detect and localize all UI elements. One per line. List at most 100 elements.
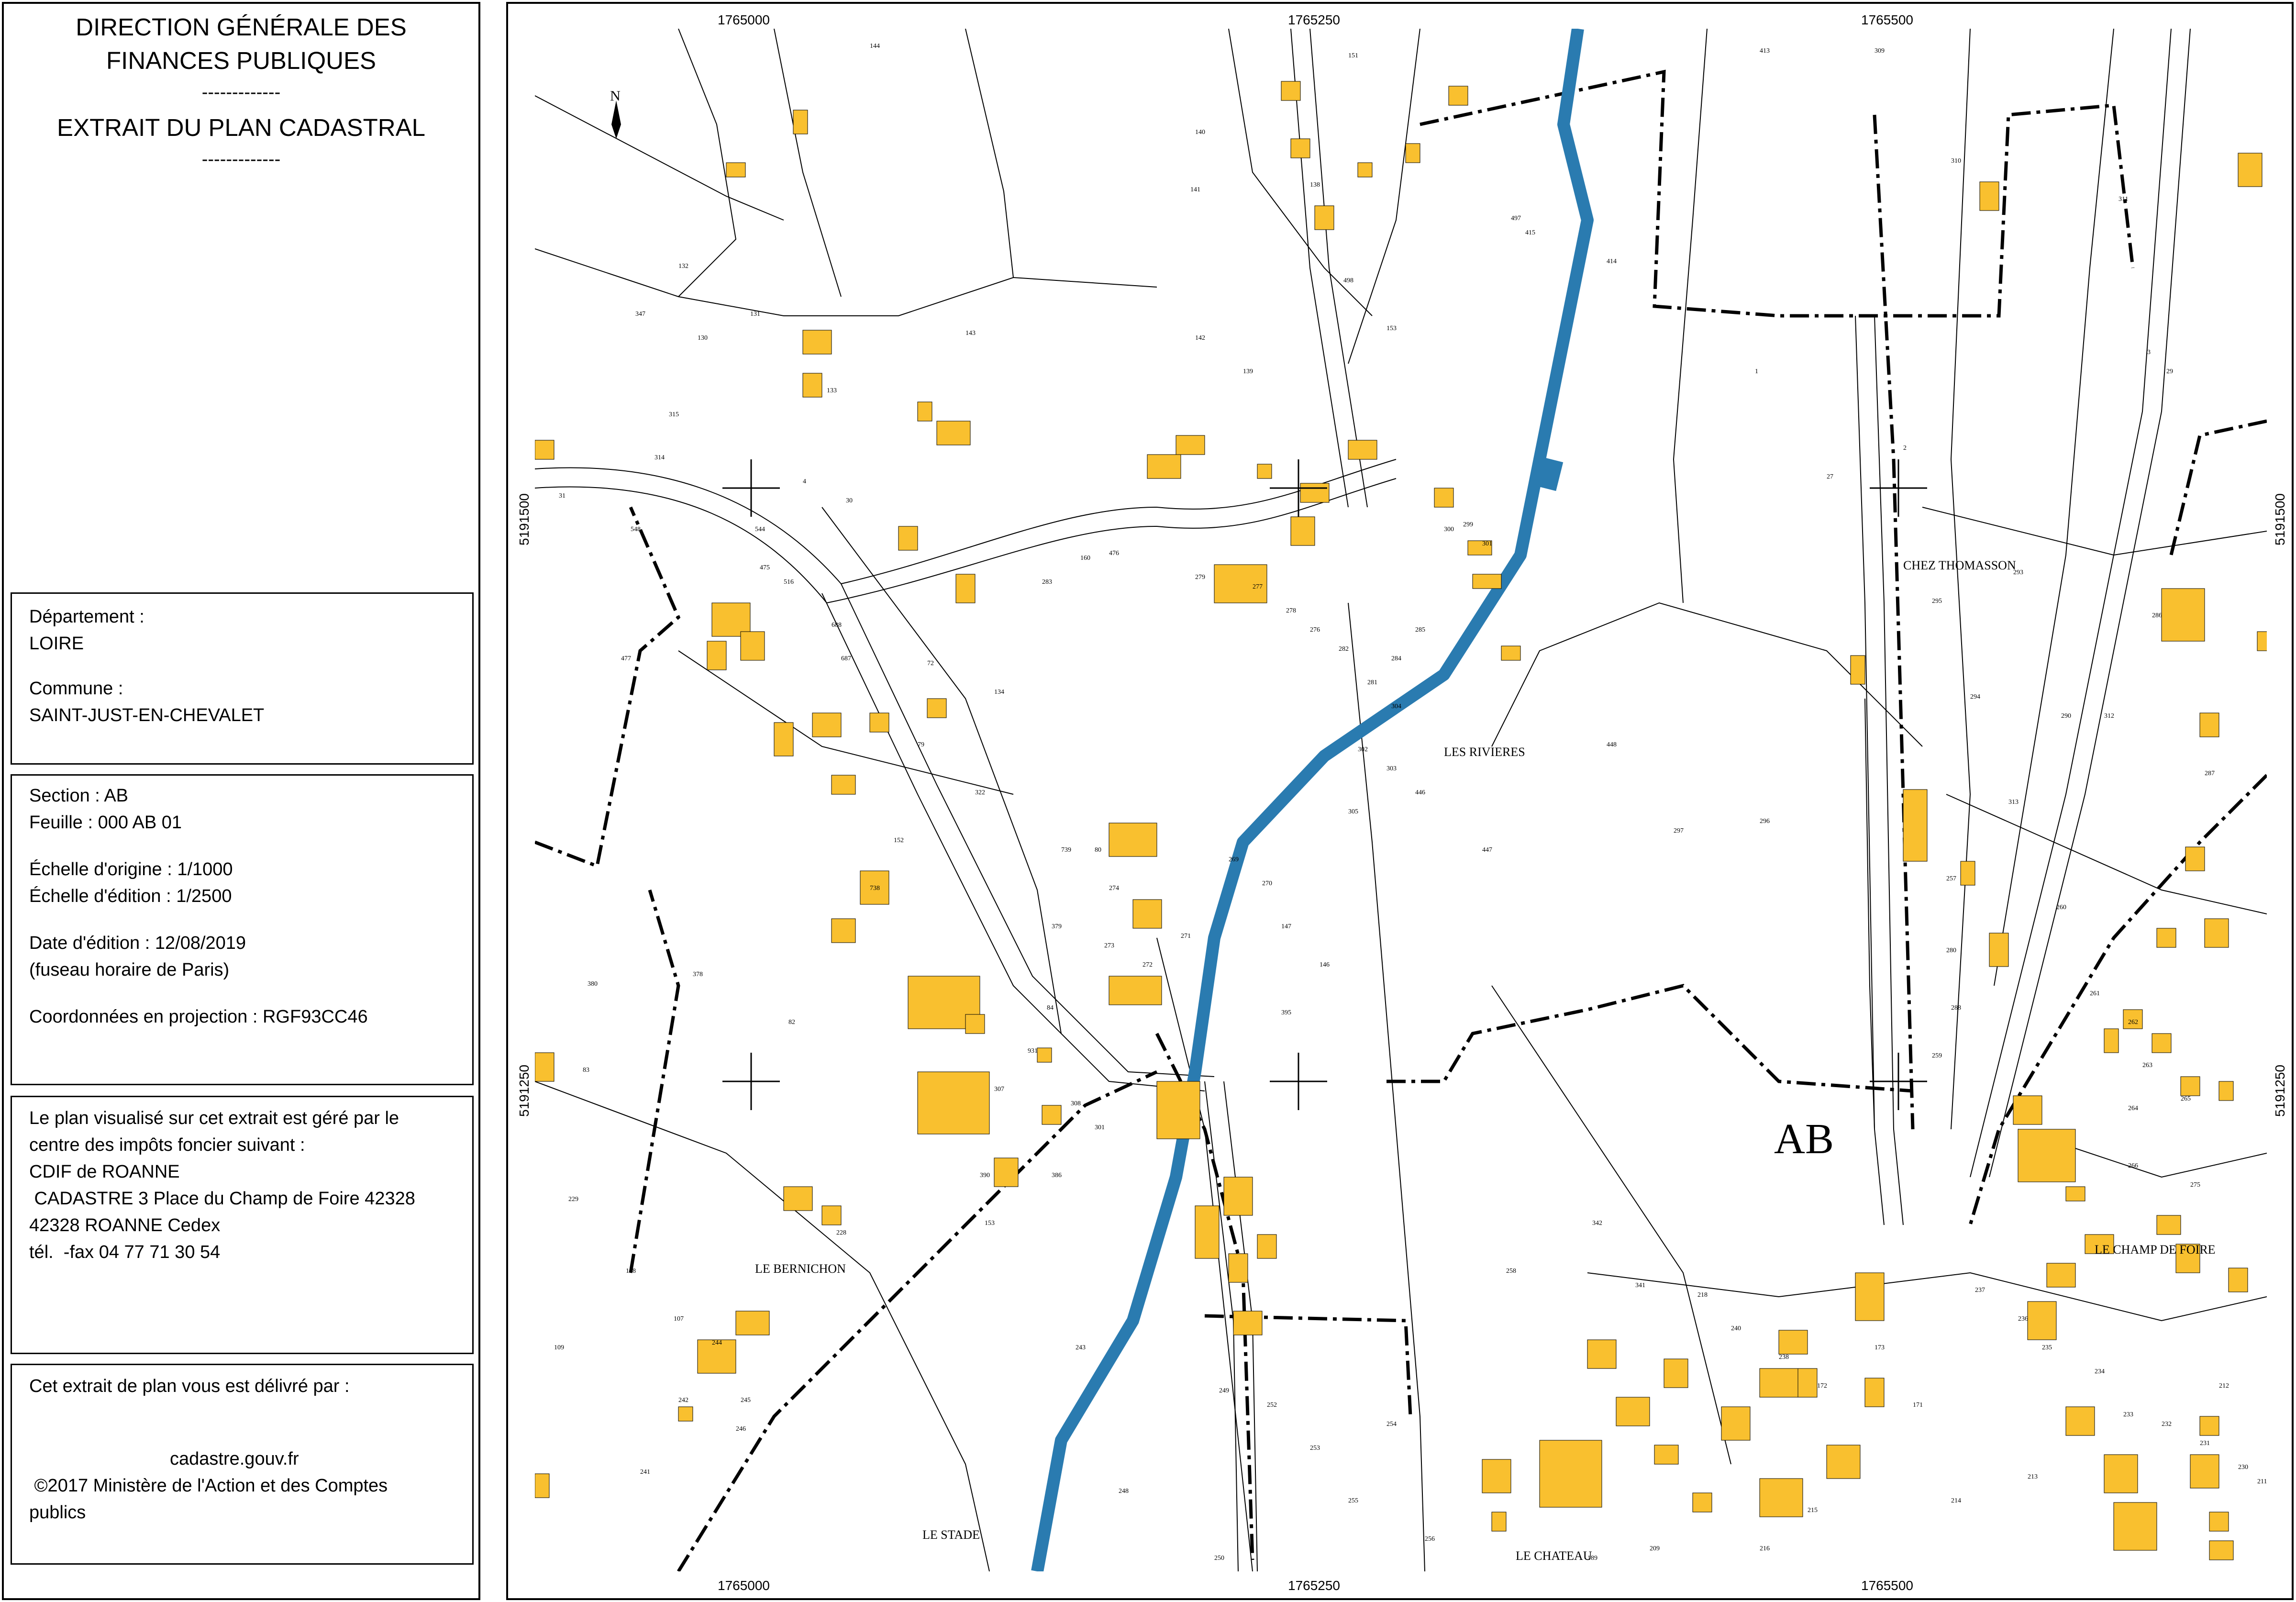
coord-x-top-2: 1765250 [1288,12,1341,27]
boundary-line [1420,69,2135,318]
centre-line-4: CADASTRE 3 Place du Champ de Foire 42328 [29,1189,415,1209]
parcel-number: 739 [1061,846,1071,854]
header-title: EXTRAIT DU PLAN CADASTRAL [57,114,425,141]
parcel-boundary [1491,985,1731,1465]
parcel-number: 293 [2013,569,2023,576]
building [1960,861,1975,886]
building [1864,1378,1885,1407]
delivery-link[interactable]: cadastre.gouv.fr [170,1446,461,1472]
building [1855,1272,1885,1321]
parcel-number: 688 [832,622,842,629]
parcel-number: 134 [994,689,1004,696]
building [898,526,918,551]
location-box: Département : LOIRE Commune : SAINT-JUST… [11,592,474,765]
centre-box: Le plan visualisé sur cet extrait est gé… [11,1096,474,1354]
parcel-number: 131 [750,311,760,318]
parcel-number: 3 [2147,349,2151,356]
parcel-number: 378 [693,971,703,978]
building [1587,1339,1617,1369]
building [2065,1186,2085,1202]
river-widening [1532,456,1564,491]
building [2161,588,2205,642]
parcel-number: 280 [1946,947,1956,954]
parcel-number: 237 [1975,1287,1985,1294]
building [2113,1502,2157,1551]
parcel-number: 139 [1243,368,1253,375]
parcel-number: 308 [1071,1100,1081,1107]
coord-y-right-1: 5191500 [2273,493,2287,545]
echelle-origine: Échelle d'origine : 1/1000 [29,859,233,879]
commune-value: SAINT-JUST-EN-CHEVALET [29,705,265,725]
parcel-number: 257 [1946,875,1956,882]
boundary-line [535,506,681,868]
parcel-number: 315 [669,411,679,418]
parcel-number: 241 [640,1468,650,1476]
building [1314,205,1334,230]
centre-line-5: 42328 ROANNE Cedex [29,1215,221,1235]
parcel-number: 277 [1253,583,1263,590]
date-edition: Date d'édition : 12/08/2019 [29,933,246,953]
parcel-number: 303 [1386,765,1397,772]
sheet-box: Section : AB Feuille : 000 AB 01 Échelle… [11,774,474,1085]
parcel-number: 296 [1760,818,1770,825]
parcel-number: 544 [755,526,765,533]
parcel-number: 218 [1697,1291,1708,1299]
parcel-number: 230 [2238,1464,2248,1471]
grid-cross [722,1053,780,1110]
coord-y-right-2: 5191250 [2273,1064,2287,1117]
road [1970,29,2172,1178]
building [2209,1512,2229,1532]
parcel-number: 300 [1444,526,1454,533]
building [1539,1440,1602,1508]
parcel-number: 497 [1511,215,1521,222]
building [735,1311,770,1335]
building [1797,1368,1818,1398]
parcel-number: 516 [784,578,794,586]
parcel-number: 295 [1932,598,1942,605]
parcel-number: 252 [1267,1402,1277,1409]
building [821,1205,842,1225]
building [1147,454,1181,479]
parcel-number: 287 [2205,770,2215,777]
parcel-number: 261 [2090,990,2100,997]
cadastral-map[interactable]: N AB CHEZ THOMASSON LES RIVIERES LE BERN… [535,29,2267,1571]
parcel-number: 172 [1817,1382,1827,1390]
building [1300,483,1330,503]
centre-line-3: CDIF de ROANNE [29,1162,180,1182]
departement-label: Département : [29,607,144,627]
parcel-number: 309 [1875,47,1885,55]
parcel-number: 144 [870,43,880,50]
parcel-number: 107 [674,1315,684,1323]
parcel-number: 390 [980,1172,990,1179]
parcel-number: 286 [2152,612,2162,619]
building [2190,1454,2219,1489]
coord-y-left-2: 5191250 [517,1064,532,1117]
parcel-number: 270 [1262,880,1272,887]
parcel-number: 274 [1109,885,1119,892]
parcel-number: 152 [894,837,904,844]
building [917,401,932,422]
building [740,631,765,661]
centre-line-6: tél. -fax 04 77 71 30 54 [29,1242,221,1262]
parcel-number: 211 [2257,1478,2267,1485]
parcel-number: 448 [1607,741,1617,748]
parcel-number: 276 [1310,626,1320,634]
building [2013,1095,2042,1125]
building [802,373,822,398]
parcel-number: 342 [1592,1220,1602,1227]
building [783,1186,813,1211]
building [1156,1081,1200,1139]
parcel-number: 294 [1970,693,1980,701]
parcel-boundary [774,29,842,297]
building [1826,1445,1861,1479]
coord-x-bottom-1: 1765000 [718,1578,770,1593]
centre-line-1: Le plan visualisé sur cet extrait est gé… [29,1108,399,1128]
building [1778,1330,1808,1355]
parcel-number: 269 [1229,856,1239,863]
grid-cross [1270,1053,1327,1110]
parcel-number: 386 [1052,1172,1062,1179]
parcel-boundary [1348,29,1420,364]
buildings [535,81,2267,1560]
parcel-boundary [1673,29,1708,603]
section-text: Section : AB [29,786,129,806]
